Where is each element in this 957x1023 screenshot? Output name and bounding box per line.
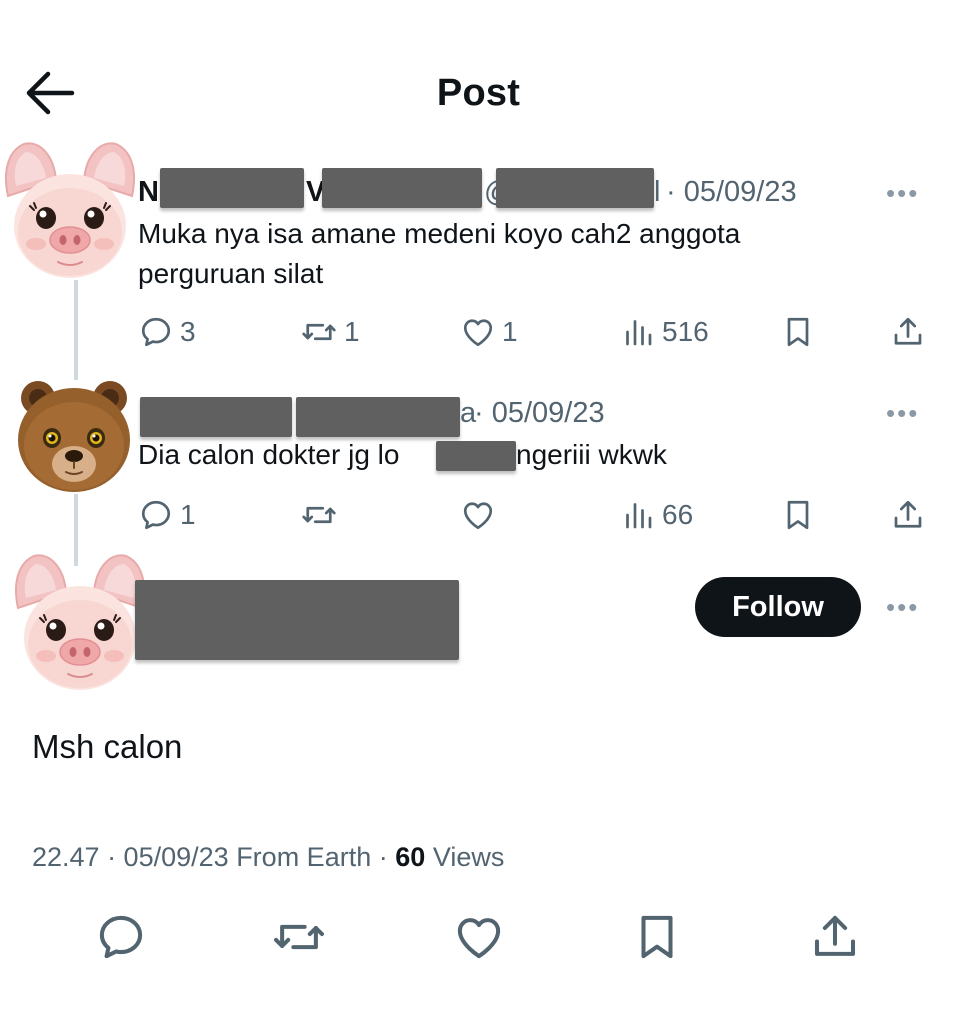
bookmark-button[interactable] bbox=[630, 910, 684, 969]
heart-icon bbox=[452, 910, 506, 964]
heart-icon bbox=[460, 314, 496, 350]
views-button[interactable]: 66 bbox=[620, 495, 693, 535]
share-icon bbox=[890, 314, 926, 350]
author-name-start: N bbox=[138, 176, 159, 208]
post-text: Msh calon bbox=[32, 728, 183, 765]
reply-icon bbox=[138, 497, 174, 533]
pig-avatar-icon bbox=[2, 140, 138, 280]
reply-icon bbox=[94, 910, 148, 964]
post-info: 22.47 · 05/09/23 From Earth · 60 Views bbox=[32, 842, 504, 873]
views-count: 60 bbox=[395, 842, 426, 872]
repost-button[interactable]: 1 bbox=[300, 312, 360, 352]
post-text-start: Dia calon dokter jg lo bbox=[138, 439, 400, 470]
pig-avatar-icon bbox=[12, 552, 148, 692]
bookmark-icon bbox=[780, 497, 816, 533]
handle-end: l bbox=[654, 176, 661, 208]
repost-icon bbox=[270, 910, 328, 964]
redacted-text bbox=[436, 441, 516, 471]
bookmark-button[interactable] bbox=[780, 495, 816, 535]
like-button[interactable] bbox=[460, 495, 496, 535]
more-options-button[interactable]: ••• bbox=[886, 592, 919, 623]
reply-button[interactable]: 3 bbox=[138, 312, 196, 352]
bar-chart-icon bbox=[620, 314, 656, 350]
post-date: · 05/09/23 bbox=[666, 176, 797, 208]
follow-button[interactable]: Follow bbox=[695, 577, 861, 637]
post-text-line: perguruan silat bbox=[138, 258, 324, 289]
redacted-name bbox=[322, 168, 482, 208]
like-button[interactable]: 1 bbox=[460, 312, 518, 352]
more-options-button[interactable]: ••• bbox=[886, 178, 919, 209]
reply-button[interactable] bbox=[94, 910, 148, 969]
avatar[interactable] bbox=[12, 552, 148, 692]
bookmark-icon bbox=[780, 314, 816, 350]
repost-icon bbox=[300, 497, 338, 533]
reply-button[interactable]: 1 bbox=[138, 495, 196, 535]
share-icon bbox=[808, 910, 862, 964]
redacted-handle bbox=[496, 168, 654, 208]
bookmark-button[interactable] bbox=[780, 312, 816, 352]
share-button[interactable] bbox=[890, 312, 926, 352]
post-timestamp: 22.47 · 05/09/23 bbox=[32, 842, 229, 872]
post-date: · 05/09/23 bbox=[474, 397, 605, 429]
share-button[interactable] bbox=[890, 495, 926, 535]
like-count: 1 bbox=[502, 316, 518, 347]
thread-connector bbox=[74, 280, 78, 380]
redacted-handle bbox=[296, 397, 460, 437]
avatar[interactable] bbox=[14, 376, 134, 496]
bookmark-icon bbox=[630, 910, 684, 964]
views-label: Views bbox=[432, 842, 505, 872]
reply-icon bbox=[138, 314, 174, 350]
heart-icon bbox=[460, 497, 496, 533]
avatar[interactable] bbox=[2, 140, 138, 280]
reply-count: 3 bbox=[180, 316, 196, 347]
post-text-line: Muka nya isa amane medeni koyo cah2 angg… bbox=[138, 218, 741, 249]
redacted-name bbox=[140, 397, 292, 437]
separator: · bbox=[378, 842, 388, 872]
redacted-author bbox=[135, 580, 459, 660]
redacted-name bbox=[160, 168, 304, 208]
reply-count: 1 bbox=[180, 499, 196, 530]
post-text-end: ngeriii wkwk bbox=[516, 439, 667, 470]
views-count: 66 bbox=[662, 499, 694, 530]
repost-button[interactable] bbox=[300, 495, 338, 535]
repost-button[interactable] bbox=[270, 910, 328, 969]
views-count: 516 bbox=[662, 316, 709, 347]
page-title: Post bbox=[436, 72, 521, 114]
bear-avatar-icon bbox=[14, 376, 134, 496]
like-button[interactable] bbox=[452, 910, 506, 969]
post-source[interactable]: From Earth bbox=[236, 842, 371, 872]
repost-count: 1 bbox=[344, 316, 360, 347]
repost-icon bbox=[300, 314, 338, 350]
views-button[interactable]: 516 bbox=[620, 312, 709, 352]
more-options-button[interactable]: ••• bbox=[886, 398, 919, 429]
bar-chart-icon bbox=[620, 497, 656, 533]
share-icon bbox=[890, 497, 926, 533]
share-button[interactable] bbox=[808, 910, 862, 969]
